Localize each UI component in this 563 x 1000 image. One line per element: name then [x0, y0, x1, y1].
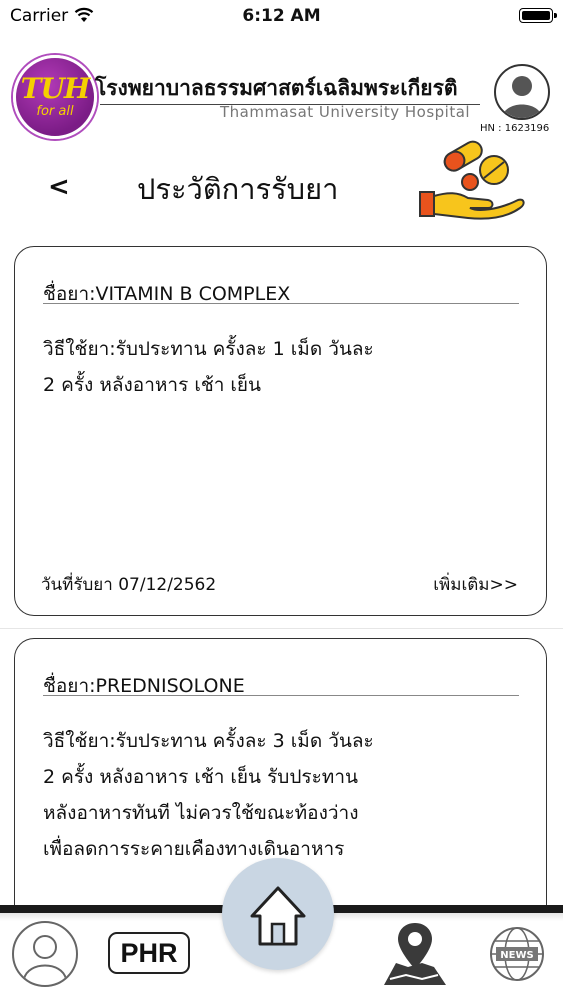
- hn-number: HN : 1623196: [480, 123, 550, 134]
- clock: 6:12 AM: [242, 6, 321, 26]
- page-title: ประวัติการรับยา: [137, 172, 339, 206]
- dispense-date: วันที่รับยา 07/12/2562: [41, 575, 217, 595]
- news-icon[interactable]: NEWS: [488, 925, 546, 983]
- logo-text: TUH: [20, 72, 91, 105]
- usage-line: วิธีใช้ยา:รับประทาน ครั้งละ 1 เม็ด วันละ: [43, 338, 374, 360]
- usage-line: 2 ครั้ง หลังอาหาร เช้า เย็น รับประทาน: [43, 766, 358, 788]
- home-button[interactable]: [222, 858, 334, 970]
- tab-profile[interactable]: [12, 921, 78, 987]
- hospital-name-th: โรงพยาบาลธรรมศาสตร์เฉลิมพระเกียรติ: [95, 76, 458, 100]
- profile-icon: [502, 76, 542, 118]
- logo-subtext: for all: [36, 104, 74, 119]
- news-label: NEWS: [500, 950, 533, 961]
- status-bar: Carrier 6:12 AM: [0, 0, 563, 32]
- hospital-logo: TUH for all: [13, 55, 97, 139]
- back-button[interactable]: <: [48, 172, 70, 202]
- home-icon: [250, 886, 306, 946]
- more-link[interactable]: เพิ่มเติม>>: [433, 571, 518, 598]
- user-avatar[interactable]: [494, 64, 550, 120]
- drug-name-underline: [43, 303, 519, 304]
- usage-line: วิธีใช้ยา:รับประทาน ครั้งละ 3 เม็ด วันละ: [43, 730, 374, 752]
- medication-card[interactable]: ชื่อยา:VITAMIN B COMPLEX วิธีใช้ยา:รับปร…: [14, 246, 547, 616]
- drug-name: ชื่อยา:PREDNISOLONE: [43, 675, 245, 697]
- medicine-icon: [419, 140, 525, 220]
- battery-icon: [519, 8, 557, 23]
- hospital-name-en: Thammasat University Hospital: [220, 103, 471, 121]
- profile-icon: [23, 935, 67, 980]
- map-icon[interactable]: [382, 919, 448, 989]
- usage-instructions: วิธีใช้ยา:รับประทาน ครั้งละ 1 เม็ด วันละ…: [43, 331, 503, 403]
- usage-line: หลังอาหารทันที ไม่ควรใช้ขณะท้องว่าง: [43, 802, 359, 824]
- drug-name-underline: [43, 695, 519, 696]
- card-separator: [0, 628, 563, 629]
- drug-name: ชื่อยา:VITAMIN B COMPLEX: [43, 283, 291, 305]
- usage-instructions: วิธีใช้ยา:รับประทาน ครั้งละ 3 เม็ด วันละ…: [43, 723, 503, 867]
- tab-phr[interactable]: PHR: [108, 932, 190, 974]
- usage-line: 2 ครั้ง หลังอาหาร เช้า เย็น: [43, 374, 262, 396]
